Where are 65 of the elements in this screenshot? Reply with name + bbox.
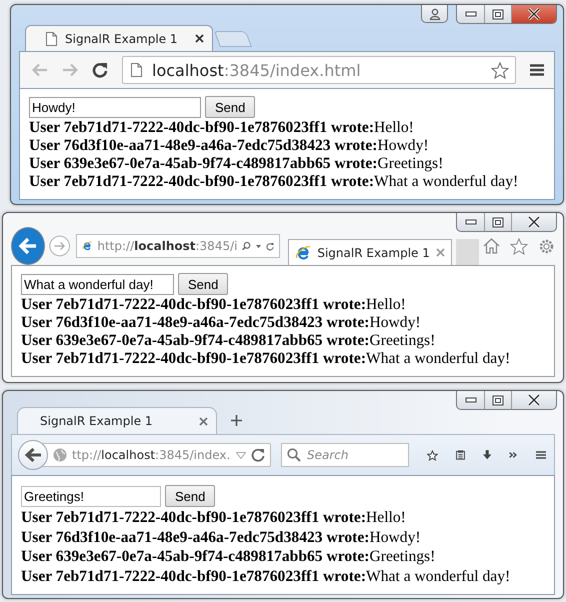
minimize-icon — [464, 11, 476, 17]
chevron-icon[interactable] — [509, 450, 518, 460]
globe-icon — [53, 448, 67, 462]
person-icon — [428, 8, 440, 20]
url-text: http://localhost:3845/i — [97, 239, 238, 253]
star-icon[interactable] — [491, 62, 509, 78]
close-icon — [527, 8, 541, 20]
search-icon — [287, 448, 301, 462]
chat-message: User 7eb71d71-7222-40dc-bf90-1e7876023ff1 wrote:What a wonderful day! — [21, 566, 512, 586]
chat-message: User 7eb71d71-7222-40dc-bf90-1e7876023ff1 wrote:Hello! — [21, 508, 407, 528]
browser-tab[interactable]: SignalR Example 1 — [25, 25, 213, 51]
search-icon[interactable] — [242, 239, 252, 253]
back-button[interactable] — [18, 440, 48, 470]
message-input[interactable]: Greetings! — [21, 486, 161, 506]
send-button[interactable]: Send — [178, 273, 228, 295]
plus-icon[interactable] — [231, 415, 242, 426]
close-button[interactable] — [511, 5, 556, 23]
minimize-icon — [464, 397, 476, 403]
search-field[interactable]: Search — [281, 443, 409, 467]
menu-icon[interactable] — [530, 64, 544, 76]
minimize-icon — [464, 219, 476, 225]
close-icon — [527, 394, 541, 406]
back-arrow-icon — [18, 237, 38, 255]
chat-message: User 76d3f10e-aa71-48e9-a46a-7edc75d38423 wrote:Howdy! — [21, 314, 422, 332]
home-icon[interactable] — [483, 238, 500, 254]
back-button[interactable] — [11, 227, 46, 265]
address-bar[interactable]: localhost:3845/index.html — [122, 56, 516, 84]
tab-title: SignalR Example 1 — [40, 414, 154, 428]
chat-message: User 639e3e67-0e7a-45ab-9f74-c489817abb65 wrote:Greetings! — [21, 332, 436, 350]
reload-icon[interactable] — [92, 62, 108, 78]
address-bar[interactable]: http://localhost:3845/i — [76, 234, 280, 258]
send-button[interactable]: Send — [205, 96, 256, 118]
maximize-icon — [492, 216, 504, 228]
maximize-icon — [492, 8, 504, 20]
chat-message: User 639e3e67-0e7a-45ab-9f74-c489817abb65 wrote:Greetings! — [29, 155, 444, 173]
maximize-icon — [492, 394, 504, 406]
chat-message: User 7eb71d71-7222-40dc-bf90-1e7876023ff1 wrote:What a wonderful day! — [21, 350, 512, 368]
tab-title: SignalR Example 1 — [317, 246, 430, 260]
url-text: localhost:3845/index.html — [152, 60, 362, 80]
close-icon[interactable] — [195, 34, 204, 43]
dropdown-caret-icon[interactable] — [256, 244, 262, 248]
address-bar[interactable]: ttp://localhost:3845/index. — [42, 443, 271, 467]
chat-message: User 76d3f10e-aa71-48e9-a46a-7edc75d38423 wrote:Howdy! — [29, 137, 430, 155]
back-arrow-icon — [24, 447, 42, 463]
e-logo-icon — [295, 244, 312, 260]
tab-title: SignalR Example 1 — [65, 32, 179, 46]
chat-message: User 7eb71d71-7222-40dc-bf90-1e7876023ff1 wrote:What a wonderful day! — [29, 173, 520, 191]
menu-icon[interactable] — [536, 448, 546, 462]
close-icon — [527, 216, 541, 228]
browser-tab[interactable]: SignalR Example 1 — [288, 239, 452, 265]
profile-button[interactable] — [421, 5, 448, 23]
reload-icon[interactable] — [251, 448, 265, 462]
send-button[interactable]: Send — [165, 485, 216, 507]
message-input[interactable]: Howdy! — [29, 96, 201, 118]
page-icon — [46, 32, 57, 46]
chat-message: User 639e3e67-0e7a-45ab-9f74-c489817abb65 wrote:Greetings! — [21, 547, 436, 566]
page-icon — [131, 63, 142, 77]
chat-message: User 7eb71d71-7222-40dc-bf90-1e7876023ff1 wrote:Hello! — [21, 296, 407, 314]
url-text: ttp://localhost:3845/index. — [72, 448, 231, 462]
chat-message: User 76d3f10e-aa71-48e9-a46a-7edc75d38423 wrote:Howdy! — [21, 528, 422, 547]
browser-tab[interactable]: SignalR Example 1 — [17, 407, 217, 434]
message-input[interactable]: What a wonderful day! — [21, 274, 174, 294]
star-icon[interactable] — [510, 238, 528, 254]
chat-message: User 7eb71d71-7222-40dc-bf90-1e7876023ff1 wrote:Hello! — [29, 119, 415, 137]
settings-icon[interactable] — [538, 238, 556, 254]
